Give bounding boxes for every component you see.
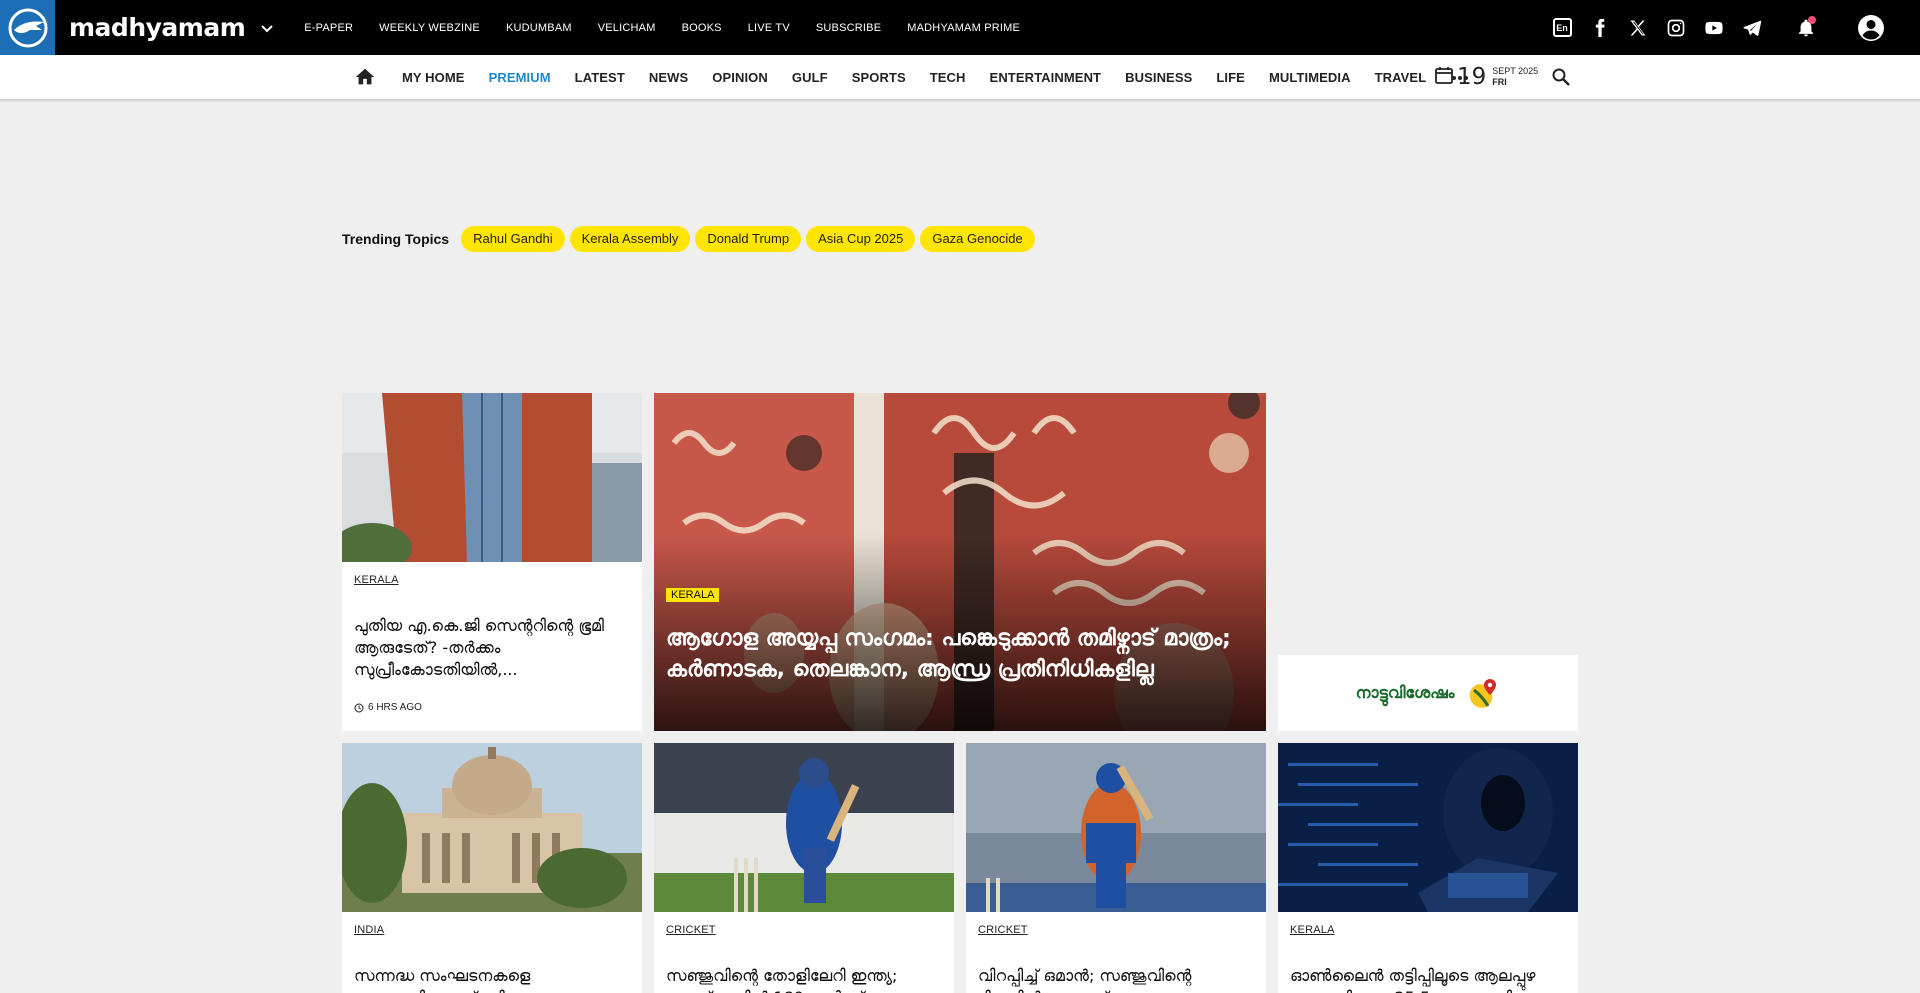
news-card-headline[interactable]: സഞ്ജുവിന്റെ തോളിലേറി ഇന്ത്യ; ഒമാന് മുന്ന… bbox=[666, 965, 940, 993]
date-day: 19 bbox=[1457, 64, 1487, 90]
nav-travel[interactable]: TRAVEL bbox=[1375, 70, 1427, 85]
news-card-category[interactable]: CRICKET bbox=[978, 924, 1028, 936]
map-pin-icon bbox=[1470, 679, 1497, 708]
brand-logo-icon[interactable] bbox=[0, 0, 55, 55]
date-weekday: FRI bbox=[1492, 77, 1507, 87]
youtube-icon[interactable] bbox=[1702, 16, 1726, 40]
user-account-icon[interactable] bbox=[1856, 13, 1886, 43]
news-card[interactable]: INDIA സന്നദ്ധ സംഘടനകളെ അപമാനിക്കരുത്; വി… bbox=[342, 743, 642, 993]
news-card-headline[interactable]: ഓൺലൈൻ തട്ടിപ്പിലൂടെ ആലപ്പുഴ സ്വദേശിയുടെ … bbox=[1290, 965, 1564, 993]
nav-my-home[interactable]: MY HOME bbox=[402, 70, 465, 85]
instagram-icon[interactable] bbox=[1664, 16, 1688, 40]
chevron-down-icon[interactable] bbox=[259, 20, 275, 36]
date-display[interactable]: 19 SEPT 2025 FRI bbox=[1434, 64, 1538, 90]
nav-news[interactable]: NEWS bbox=[649, 70, 688, 85]
nav-sports[interactable]: SPORTS bbox=[852, 70, 906, 85]
top-nav-live-tv[interactable]: LIVE TV bbox=[748, 22, 790, 34]
nav-business[interactable]: BUSINESS bbox=[1125, 70, 1192, 85]
notification-dot bbox=[1808, 15, 1816, 24]
nav-gulf[interactable]: GULF bbox=[792, 70, 828, 85]
language-icon[interactable]: En bbox=[1550, 16, 1574, 40]
trending-chip-asia-cup[interactable]: Asia Cup 2025 bbox=[806, 226, 916, 252]
news-card[interactable]: CRICKET വിറപ്പിച്ച് ഒമാൻ; സഞ്ജുവിന്റെ മി… bbox=[966, 743, 1266, 993]
news-card-image[interactable] bbox=[342, 393, 642, 562]
language-label: En bbox=[1552, 18, 1572, 37]
trending-chip-rahul-gandhi[interactable]: Rahul Gandhi bbox=[461, 226, 565, 252]
hero-story[interactable]: KERALA ആഗോള അയ്യപ്പ സംഗമം: പങ്കെടുക്കാൻ … bbox=[654, 393, 1266, 731]
news-card-category[interactable]: CRICKET bbox=[666, 924, 716, 936]
home-icon[interactable] bbox=[354, 66, 376, 88]
trending-chip-kerala-assembly[interactable]: Kerala Assembly bbox=[569, 226, 691, 252]
news-card-time-text: 6 HRS AGO bbox=[368, 702, 422, 713]
top-nav: E-PAPER WEEKLY WEBZINE KUDUMBAM VELICHAM… bbox=[291, 22, 1033, 34]
trending-topics: Trending Topics Rahul Gandhi Kerala Asse… bbox=[342, 226, 1040, 252]
date-meta: SEPT 2025 FRI bbox=[1492, 66, 1538, 88]
news-card-category[interactable]: KERALA bbox=[1290, 924, 1335, 936]
ad-banner[interactable]: നാട്ടുവിശേഷം bbox=[1278, 655, 1578, 731]
nav-tech[interactable]: TECH bbox=[930, 70, 966, 85]
telegram-icon[interactable] bbox=[1740, 16, 1764, 40]
top-nav-books[interactable]: BOOKS bbox=[682, 22, 722, 34]
hero-headline[interactable]: ആഗോള അയ്യപ്പ സംഗമം: പങ്കെടുക്കാൻ തമിഴ്നാ… bbox=[666, 623, 1256, 685]
top-bar: madhyamam E-PAPER WEEKLY WEBZINE KUDUMBA… bbox=[0, 0, 1920, 55]
clock-icon bbox=[354, 703, 364, 712]
news-card-image[interactable] bbox=[342, 743, 642, 912]
news-card[interactable]: KERALA പുതിയ എ.കെ.ജി സെന്ററിന്റെ ഭൂമി ആര… bbox=[342, 393, 642, 731]
ad-text: നാട്ടുവിശേഷം bbox=[1355, 683, 1455, 702]
news-card-image[interactable] bbox=[1278, 743, 1578, 912]
news-card-image[interactable] bbox=[654, 743, 954, 912]
trending-label: Trending Topics bbox=[342, 231, 450, 247]
top-nav-madhyamam-prime[interactable]: MADHYAMAM PRIME bbox=[907, 22, 1020, 34]
top-nav-velicham[interactable]: VELICHAM bbox=[598, 22, 656, 34]
social-icons: En bbox=[1536, 0, 1920, 55]
main-nav: MY HOME PREMIUM LATEST NEWS OPINION GULF… bbox=[0, 55, 1920, 100]
news-card-headline[interactable]: സന്നദ്ധ സംഘടനകളെ അപമാനിക്കരുത്; വിദേശത്ത… bbox=[354, 965, 628, 993]
nav-entertainment[interactable]: ENTERTAINMENT bbox=[990, 70, 1102, 85]
news-card-category[interactable]: KERALA bbox=[354, 574, 399, 586]
nav-multimedia[interactable]: MULTIMEDIA bbox=[1269, 70, 1351, 85]
nav-opinion[interactable]: OPINION bbox=[712, 70, 768, 85]
news-card[interactable]: CRICKET സഞ്ജുവിന്റെ തോളിലേറി ഇന്ത്യ; ഒമാ… bbox=[654, 743, 954, 993]
trending-chip-gaza-genocide[interactable]: Gaza Genocide bbox=[920, 226, 1035, 252]
news-card-image[interactable] bbox=[966, 743, 1266, 912]
news-card-headline[interactable]: പുതിയ എ.കെ.ജി സെന്ററിന്റെ ഭൂമി ആരുടേത്? … bbox=[354, 615, 628, 681]
top-nav-subscribe[interactable]: SUBSCRIBE bbox=[816, 22, 881, 34]
facebook-icon[interactable] bbox=[1588, 16, 1612, 40]
nav-latest[interactable]: LATEST bbox=[575, 70, 625, 85]
news-card-time: 6 HRS AGO bbox=[354, 702, 422, 713]
main-nav-links: MY HOME PREMIUM LATEST NEWS OPINION GULF… bbox=[402, 55, 1470, 100]
search-icon[interactable] bbox=[1551, 67, 1573, 89]
notification-bell-icon[interactable] bbox=[1794, 15, 1818, 40]
calendar-icon bbox=[1434, 65, 1454, 90]
top-nav-weekly-webzine[interactable]: WEEKLY WEBZINE bbox=[379, 22, 480, 34]
hero-category-badge[interactable]: KERALA bbox=[666, 588, 720, 602]
top-nav-epaper[interactable]: E-PAPER bbox=[304, 22, 353, 34]
nav-premium[interactable]: PREMIUM bbox=[489, 70, 551, 85]
x-twitter-icon[interactable] bbox=[1626, 16, 1650, 40]
trending-chip-donald-trump[interactable]: Donald Trump bbox=[695, 226, 802, 252]
news-card-category[interactable]: INDIA bbox=[354, 924, 384, 936]
news-card-headline[interactable]: വിറപ്പിച്ച് ഒമാൻ; സഞ്ജുവിന്റെ മികവിൽ ഇന്… bbox=[978, 965, 1252, 993]
nav-life[interactable]: LIFE bbox=[1216, 70, 1245, 85]
brand-name[interactable]: madhyamam bbox=[69, 13, 246, 42]
date-month-year: SEPT 2025 bbox=[1492, 66, 1539, 76]
top-nav-kudumbam[interactable]: KUDUMBAM bbox=[506, 22, 572, 34]
news-card[interactable]: KERALA ഓൺലൈൻ തട്ടിപ്പിലൂടെ ആലപ്പുഴ സ്വദേ… bbox=[1278, 743, 1578, 993]
